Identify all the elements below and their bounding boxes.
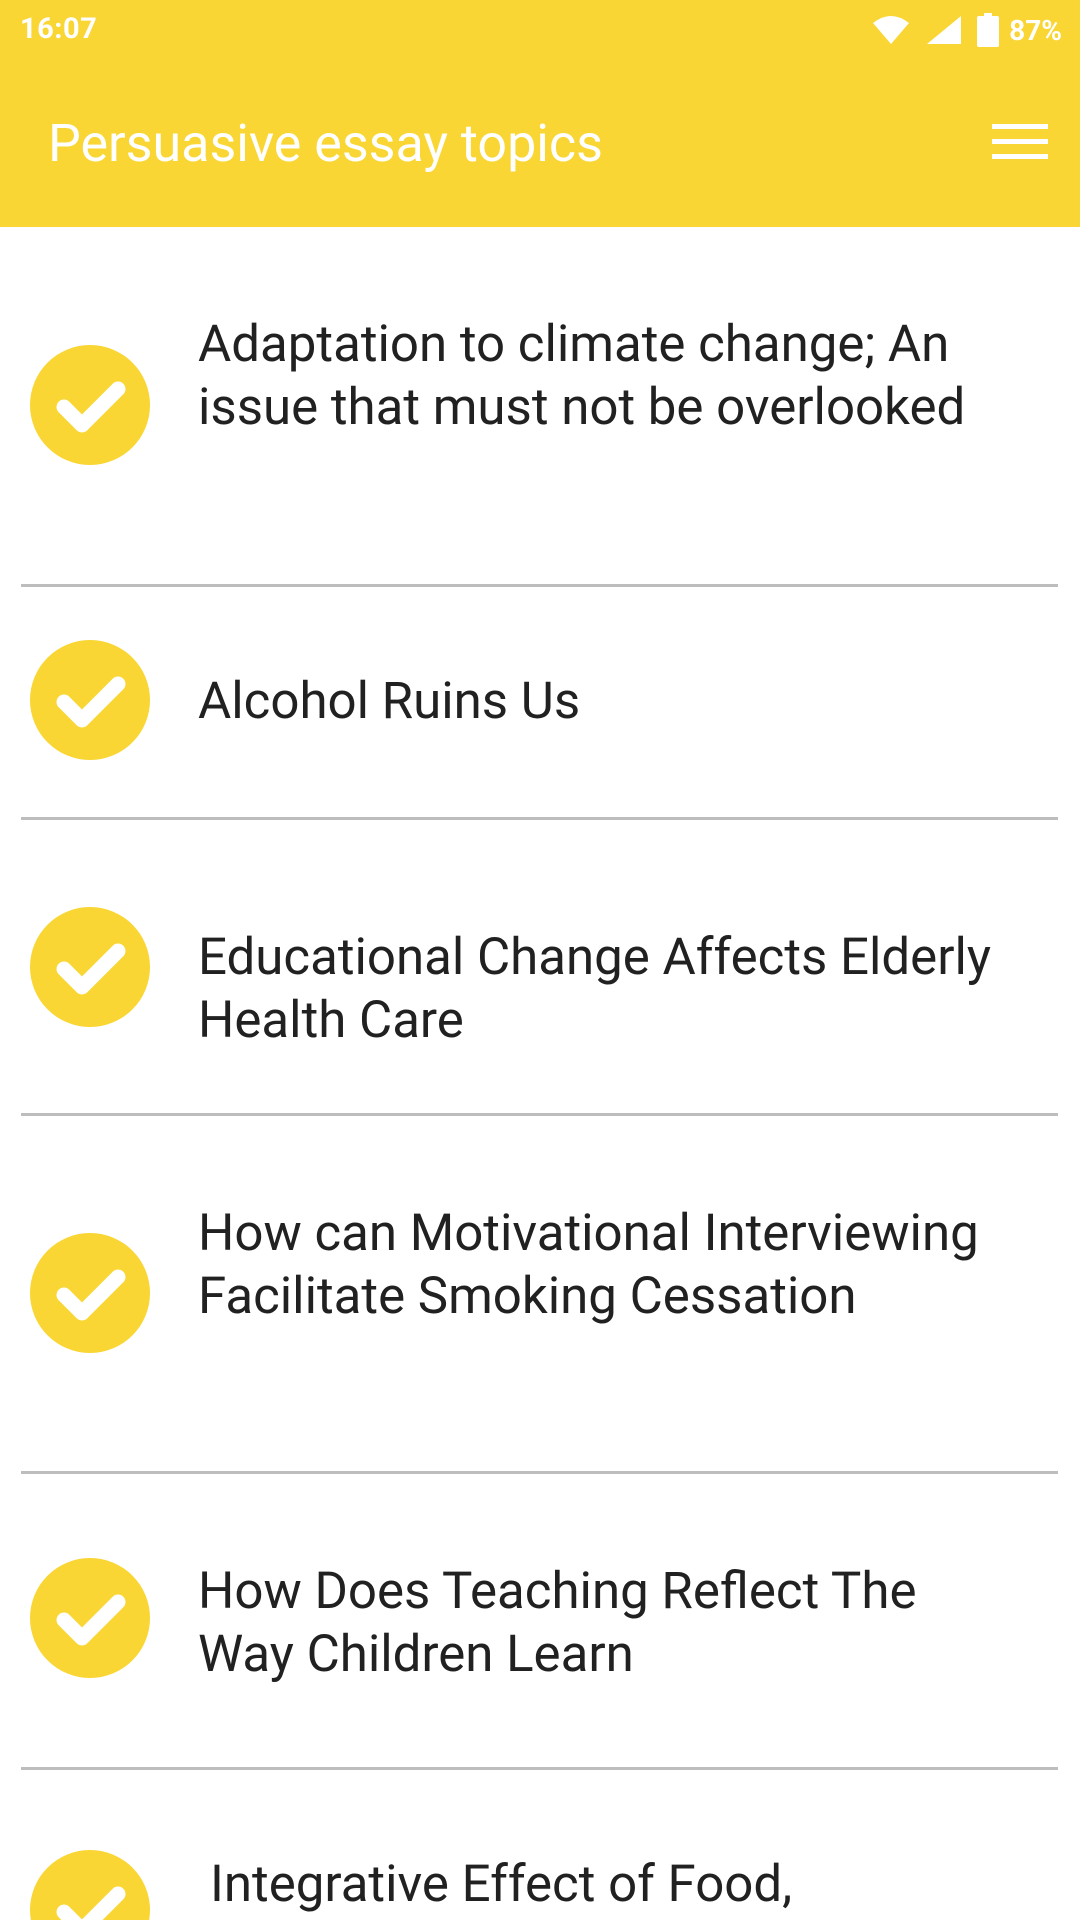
list-item[interactable]: Integrative Effect of Food, [0, 1770, 1080, 1920]
hamburger-menu-icon [992, 122, 1048, 166]
list-divider [21, 1113, 1058, 1116]
page-title: Persuasive essay topics [48, 113, 603, 174]
status-time: 16:07 [20, 12, 98, 46]
check-circle-icon [30, 1558, 150, 1678]
list-divider [21, 1471, 1058, 1474]
list-item-label: Educational Change Affects Elderly Healt… [198, 928, 992, 1050]
list-divider [21, 1767, 1058, 1770]
list-item[interactable]: Alcohol Ruins Us [0, 587, 1080, 817]
list-item[interactable]: How can Motivational Interviewing Facili… [0, 1116, 1080, 1471]
check-circle-icon [30, 907, 150, 1027]
cellular-signal-icon [925, 14, 963, 46]
list-item[interactable]: Educational Change Affects Elderly Healt… [0, 820, 1080, 1113]
check-circle-icon [30, 640, 150, 760]
status-icons: 87% [871, 12, 1062, 48]
list-item-label: Adaptation to climate change; An issue t… [198, 315, 966, 437]
screen: 16:07 87% Persuasive essay topics Adapta… [0, 0, 1080, 1920]
battery-percentage: 87% [1009, 13, 1062, 47]
list-item[interactable]: Adaptation to climate change; An issue t… [0, 227, 1080, 584]
list-item-label: How Does Teaching Reflect The Way Childr… [198, 1562, 917, 1684]
wifi-icon [871, 14, 911, 46]
status-bar: 16:07 87% [0, 0, 1080, 60]
battery-icon [977, 13, 1000, 47]
check-circle-icon [30, 1850, 150, 1920]
list-item-label: Alcohol Ruins Us [198, 672, 581, 731]
list-divider [21, 584, 1058, 587]
list-item-label: How can Motivational Interviewing Facili… [198, 1204, 979, 1326]
check-circle-icon [30, 345, 150, 465]
menu-button[interactable] [988, 116, 1052, 172]
list-item-label: Integrative Effect of Food, [210, 1855, 793, 1914]
list-item[interactable]: How Does Teaching Reflect The Way Childr… [0, 1474, 1080, 1767]
app-bar: 16:07 87% Persuasive essay topics [0, 0, 1080, 227]
list-divider [21, 817, 1058, 820]
check-circle-icon [30, 1233, 150, 1353]
